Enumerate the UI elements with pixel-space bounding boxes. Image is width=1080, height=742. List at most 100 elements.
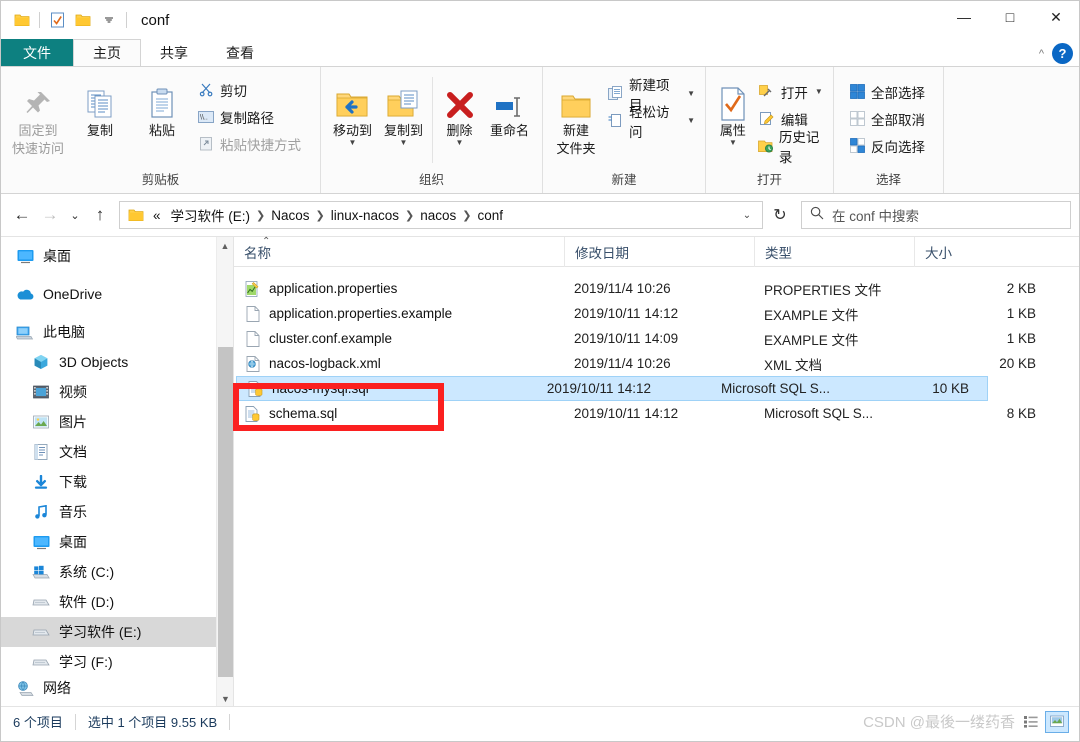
refresh-button[interactable]: ↻: [765, 201, 795, 229]
sidebar-item-desktop[interactable]: 桌面: [1, 527, 233, 557]
tab-share[interactable]: 共享: [141, 39, 207, 66]
sidebar-item-drive-f[interactable]: 学习 (F:): [1, 647, 233, 677]
copy-to-button[interactable]: 复制到 ▼: [378, 73, 429, 150]
large-icons-view-button[interactable]: [1045, 710, 1069, 733]
forward-button[interactable]: →: [37, 202, 63, 228]
file-date: 2019/11/4 10:26: [574, 281, 671, 296]
pin-to-quick-access-button[interactable]: 固定到 快速访问: [7, 73, 69, 162]
new-item-caret-icon[interactable]: ▼: [687, 89, 695, 98]
sidebar-item-music[interactable]: 音乐: [1, 497, 233, 527]
delete-icon: [444, 77, 476, 121]
sidebar-item-documents[interactable]: 文档: [1, 437, 233, 467]
sidebar-item-this-pc[interactable]: 此电脑: [1, 317, 233, 347]
breadcrumb-item-4[interactable]: conf: [472, 208, 508, 223]
path-dropdown-icon[interactable]: ⌄: [736, 210, 758, 221]
onedrive-icon: [15, 285, 35, 303]
column-header-name[interactable]: ⌃ 名称: [234, 235, 564, 267]
file-name: application.properties.example: [269, 306, 453, 321]
maximize-button[interactable]: □: [987, 1, 1033, 33]
ribbon-group-new-label: 新建: [611, 173, 637, 187]
customize-dropdown-icon[interactable]: [96, 7, 122, 33]
search-input[interactable]: 在 conf 中搜索: [832, 205, 919, 225]
copy-button[interactable]: 复制: [69, 73, 131, 143]
back-button[interactable]: ←: [9, 202, 35, 228]
new-folder-button[interactable]: 新建 文件夹: [549, 73, 603, 162]
close-button[interactable]: ✕: [1033, 1, 1079, 33]
table-row[interactable]: nacos-logback.xml 2019/11/4 10:26 XML 文档…: [234, 351, 1079, 376]
sidebar-item-pictures[interactable]: 图片: [1, 407, 233, 437]
table-row[interactable]: nacos-mysql.sql 2019/10/11 14:12 Microso…: [236, 376, 988, 401]
sidebar-item-network[interactable]: 网络: [1, 677, 233, 699]
minimize-button[interactable]: —: [941, 1, 987, 33]
paste-icon: [145, 77, 179, 121]
new-item-icon: [607, 85, 624, 103]
sidebar-item-videos[interactable]: 视频: [1, 377, 233, 407]
history-button[interactable]: 历史记录: [754, 130, 827, 165]
sidebar-item-onedrive[interactable]: OneDrive: [1, 279, 233, 309]
sidebar-item-drive-c[interactable]: 系统 (C:): [1, 557, 233, 587]
details-view-button[interactable]: [1019, 711, 1043, 733]
select-all-button[interactable]: 全部选择: [844, 79, 929, 104]
title-bar: conf — □ ✕: [1, 1, 1079, 39]
file-name: application.properties: [269, 281, 398, 296]
recent-locations-button[interactable]: ⌄: [65, 202, 85, 228]
rename-button[interactable]: 重命名: [483, 73, 536, 143]
sidebar-item-label: 此电脑: [43, 324, 85, 340]
scroll-down-icon[interactable]: ▼: [217, 690, 234, 707]
address-bar: ← → ⌄ ↑ « 学习软件 (E:) ❯ Nacos ❯ linux-naco…: [1, 194, 1079, 236]
copy-to-caret-icon[interactable]: ▼: [400, 139, 408, 147]
properties-button[interactable]: 属性 ▼: [712, 73, 754, 150]
file-name: nacos-mysql.sql: [272, 381, 369, 396]
sidebar-item-desktop-top[interactable]: 桌面: [1, 241, 233, 271]
breadcrumb-item-1[interactable]: Nacos: [266, 208, 314, 223]
breadcrumb-item-3[interactable]: nacos: [415, 208, 461, 223]
breadcrumb-item-0[interactable]: 学习软件 (E:): [166, 205, 256, 225]
divider: [39, 12, 40, 28]
properties-check-icon[interactable]: [44, 7, 70, 33]
history-icon: [757, 137, 774, 155]
table-row[interactable]: schema.sql 2019/10/11 14:12 Microsoft SQ…: [234, 401, 1079, 426]
collapse-ribbon-icon[interactable]: ^: [1039, 48, 1044, 60]
properties-caret-icon[interactable]: ▼: [729, 139, 737, 147]
tab-home[interactable]: 主页: [73, 39, 141, 66]
cut-button[interactable]: 剪切: [193, 77, 305, 102]
folder-icon[interactable]: [9, 7, 35, 33]
easy-access-button[interactable]: 轻松访问 ▼: [603, 105, 699, 140]
tab-file[interactable]: 文件: [1, 39, 73, 66]
scrollbar-thumb[interactable]: [218, 347, 233, 677]
tab-view[interactable]: 查看: [207, 39, 273, 66]
column-header-type[interactable]: 类型: [754, 236, 914, 267]
sidebar-item-3d-objects[interactable]: 3D Objects: [1, 347, 233, 377]
paste-button[interactable]: 粘贴: [131, 73, 193, 143]
new-folder-icon[interactable]: [70, 7, 96, 33]
delete-button[interactable]: 删除 ▼: [436, 73, 483, 150]
open-button[interactable]: 打开 ▼: [754, 79, 827, 104]
select-none-button[interactable]: 全部取消: [844, 106, 929, 131]
copy-path-button[interactable]: \\.. 复制路径: [193, 104, 305, 129]
navigation-scrollbar[interactable]: ▲ ▼: [216, 237, 233, 707]
delete-caret-icon[interactable]: ▼: [456, 139, 464, 147]
downloads-icon: [31, 473, 51, 491]
up-button[interactable]: ↑: [87, 202, 113, 228]
sidebar-item-downloads[interactable]: 下载: [1, 467, 233, 497]
move-to-caret-icon[interactable]: ▼: [349, 139, 357, 147]
sort-ascending-icon: ⌃: [262, 235, 271, 247]
breadcrumb-item-2[interactable]: linux-nacos: [326, 208, 404, 223]
sidebar-item-drive-e[interactable]: 学习软件 (E:): [1, 617, 233, 647]
table-row[interactable]: application.properties.example 2019/10/1…: [234, 301, 1079, 326]
open-caret-icon[interactable]: ▼: [815, 87, 823, 96]
move-to-button[interactable]: 移动到 ▼: [327, 73, 378, 150]
paste-shortcut-button[interactable]: 粘贴快捷方式: [193, 131, 305, 156]
sidebar-item-drive-d[interactable]: 软件 (D:): [1, 587, 233, 617]
invert-selection-button[interactable]: 反向选择: [844, 133, 929, 158]
status-item-count: 6 个项目: [13, 715, 63, 730]
table-row[interactable]: application.properties 2019/11/4 10:26 P…: [234, 276, 1079, 301]
table-row[interactable]: cluster.conf.example 2019/10/11 14:09 EX…: [234, 326, 1079, 351]
path-box[interactable]: « 学习软件 (E:) ❯ Nacos ❯ linux-nacos ❯ naco…: [119, 201, 763, 229]
help-button[interactable]: ?: [1052, 43, 1073, 64]
column-header-size[interactable]: 大小: [914, 236, 1054, 267]
search-box[interactable]: 在 conf 中搜索: [801, 201, 1071, 229]
column-header-date-modified[interactable]: 修改日期: [564, 236, 754, 267]
scroll-up-icon[interactable]: ▲: [217, 237, 233, 254]
easy-access-caret-icon[interactable]: ▼: [687, 116, 695, 125]
